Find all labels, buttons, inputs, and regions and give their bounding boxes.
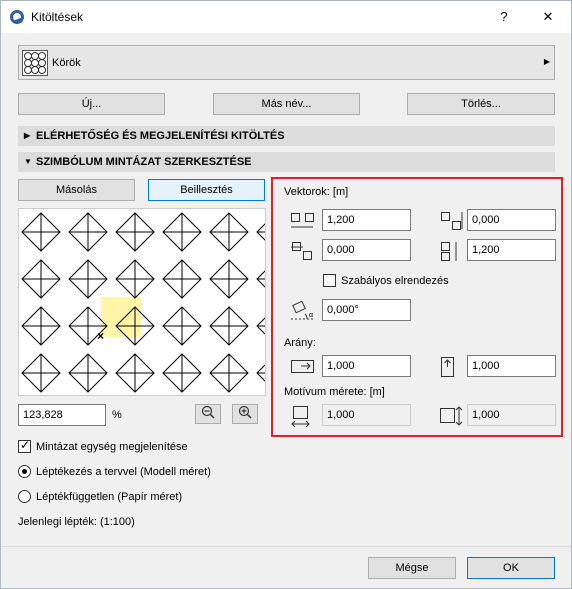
zoom-input[interactable]: 123,828	[18, 404, 106, 426]
pattern-diamond	[68, 212, 108, 252]
copy-button[interactable]: Másolás	[18, 179, 135, 201]
new-button[interactable]: Új...	[18, 93, 165, 115]
pattern-diamond	[68, 259, 108, 299]
fill-type-dropdown[interactable]: Körök ▶	[18, 45, 555, 80]
zoom-out-button[interactable]	[195, 404, 221, 424]
vector-y1-input[interactable]: 0,000	[467, 209, 556, 231]
pattern-diamond	[209, 212, 249, 252]
chevron-down-icon: ▼	[24, 157, 32, 166]
pattern-diamond	[162, 306, 202, 346]
footer-divider	[1, 546, 571, 547]
pattern-diamond	[209, 306, 249, 346]
motif-height-field: 1,000	[467, 404, 556, 426]
vector-y2-input[interactable]: 1,200	[467, 239, 556, 261]
motif-width-field: 1,000	[322, 404, 411, 426]
motif-title: Motívum mérete: [m]	[284, 386, 385, 398]
ratio-y-icon	[438, 355, 466, 379]
motif-height-icon	[438, 404, 466, 428]
pattern-diamond	[68, 353, 108, 393]
regular-layout-label: Szabályos elrendezés	[341, 275, 449, 287]
cancel-button[interactable]: Mégse	[368, 557, 456, 579]
pattern-diamond	[209, 353, 249, 393]
regular-layout-checkbox[interactable]	[323, 274, 336, 287]
symbol-edit-section-header[interactable]: ▼ SZIMBÓLUM MINTÁZAT SZERKESZTÉSE	[18, 152, 555, 172]
symbol-edit-section-label: SZIMBÓLUM MINTÁZAT SZERKESZTÉSE	[36, 156, 252, 168]
archicad-app-icon	[10, 10, 24, 24]
y2-vector-icon	[438, 239, 466, 263]
pattern-diamond	[256, 223, 265, 241]
pattern-diamond	[115, 259, 155, 299]
pattern-diamond	[162, 353, 202, 393]
help-button[interactable]: ?	[489, 7, 519, 27]
fill-type-value: Körök	[52, 57, 81, 69]
angle-icon: α	[289, 299, 317, 323]
show-unit-label: Mintázat egység megjelenítése	[36, 441, 188, 453]
scale-independent-radio[interactable]	[18, 490, 31, 503]
chevron-right-icon: ▶	[24, 131, 31, 140]
fill-dialog: Kitöltések ? ✕ Körök ▶ Új... Más név... …	[0, 0, 572, 589]
scale-with-plan-radio[interactable]	[18, 465, 31, 478]
zoom-unit: %	[112, 409, 122, 421]
chevron-right-icon: ▶	[543, 57, 550, 66]
window-title: Kitöltések	[31, 10, 84, 24]
zoom-out-icon	[201, 405, 215, 419]
pattern-diamond	[256, 364, 265, 382]
scale-with-plan-label: Léptékezés a tervvel (Modell méret)	[36, 466, 211, 478]
vector-x1-input[interactable]: 1,200	[322, 209, 411, 231]
show-unit-checkbox[interactable]	[18, 438, 31, 453]
pattern-diamond	[256, 317, 265, 335]
availability-section-header[interactable]: ▶ ELÉRHETŐSÉG ÉS MEGJELENÍTÉSI KITÖLTÉS	[18, 126, 555, 146]
pattern-diamond	[209, 259, 249, 299]
zoom-in-icon	[238, 405, 252, 419]
x1-vector-icon	[289, 209, 317, 233]
angle-input[interactable]: 0,000°	[322, 299, 411, 321]
close-button[interactable]: ✕	[533, 7, 563, 27]
pattern-diamond	[21, 306, 61, 346]
pattern-diamond	[21, 259, 61, 299]
pattern-diamond	[21, 212, 61, 252]
vectors-title: Vektorok: [m]	[284, 186, 349, 198]
ratio-x-icon	[289, 355, 317, 379]
rename-button[interactable]: Más név...	[213, 93, 360, 115]
pattern-diamond	[162, 212, 202, 252]
vector-x2-input[interactable]: 0,000	[322, 239, 411, 261]
pattern-preview-svg: ×	[21, 212, 265, 393]
origin-marker-icon: ×	[97, 329, 104, 343]
zoom-in-button[interactable]	[232, 404, 258, 424]
delete-button[interactable]: Törlés...	[407, 93, 555, 115]
pattern-diamond	[162, 259, 202, 299]
ratio-y-input[interactable]: 1,000	[467, 355, 556, 377]
pattern-diamond	[21, 353, 61, 393]
pattern-diamond	[115, 353, 155, 393]
svg-text:α: α	[309, 312, 313, 319]
scale-independent-label: Léptékfüggetlen (Papír méret)	[36, 491, 183, 503]
ok-button[interactable]: OK	[467, 557, 555, 579]
availability-section-label: ELÉRHETŐSÉG ÉS MEGJELENÍTÉSI KITÖLTÉS	[36, 130, 285, 142]
pattern-preview-canvas[interactable]: ×	[18, 208, 266, 396]
pattern-diamond	[115, 212, 155, 252]
ratio-x-input[interactable]: 1,000	[322, 355, 411, 377]
circles-pattern-icon	[22, 50, 48, 76]
motif-width-icon	[289, 404, 317, 428]
current-scale-text: Jelenlegi lépték: (1:100)	[18, 516, 135, 528]
title-bar: Kitöltések ? ✕	[1, 1, 571, 33]
paste-button[interactable]: Beillesztés	[148, 179, 265, 201]
pattern-diamond	[256, 270, 265, 288]
ratio-title: Arány:	[284, 337, 316, 349]
x2-vector-icon	[289, 239, 317, 263]
y1-vector-icon	[438, 209, 466, 233]
